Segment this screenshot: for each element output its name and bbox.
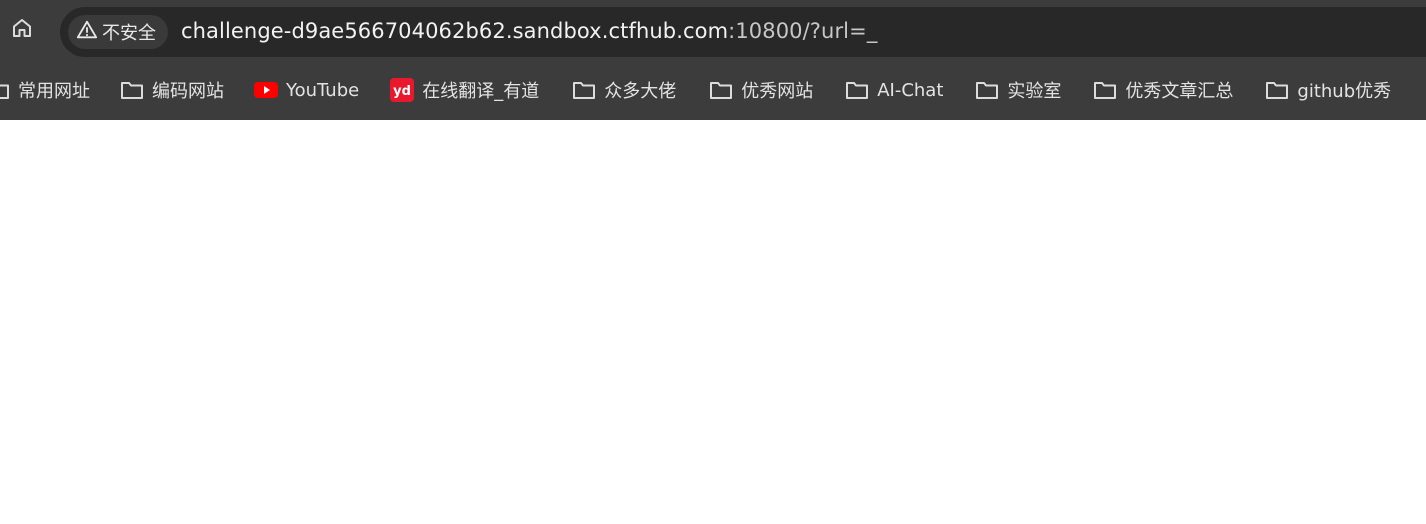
bookmark-label: 优秀网站 [741,81,814,102]
bookmark-label: 常用网址 [18,81,90,102]
url-text[interactable]: challenge-d9ae566704062b62.sandbox.ctfhu… [181,19,877,43]
security-label: 不安全 [102,23,156,44]
url-host: challenge-d9ae566704062b62.sandbox.ctfhu… [181,19,729,43]
bookmark-label: 实验室 [1007,81,1062,102]
bookmark-github-great[interactable]: github优秀 [1265,72,1391,108]
bookmark-youdao-translate[interactable]: yd 在线翻译_有道 [390,72,539,108]
svg-text:yd: yd [393,84,411,99]
bookmarks-bar: 常用网址 编码网站 YouTube yd 在线翻译_有道 众多大佬 优秀网站 A… [0,68,1426,112]
bookmark-label: github优秀 [1297,81,1392,102]
bookmark-label: 优秀文章汇总 [1125,81,1234,102]
folder-icon [845,80,869,100]
bookmark-common-sites[interactable]: 常用网址 [0,72,90,108]
youtube-icon [254,81,278,99]
folder-icon [120,80,144,100]
bookmark-label: 在线翻译_有道 [422,81,540,102]
bookmark-label: YouTube [286,79,360,101]
youdao-icon: yd [390,78,415,102]
warning-triangle-icon [76,19,98,46]
browser-toolbar: 不安全 challenge-d9ae566704062b62.sandbox.c… [0,0,1426,60]
security-indicator[interactable]: 不安全 [68,15,168,49]
bookmark-youtube[interactable]: YouTube [254,72,359,108]
bookmark-label: AI-Chat [877,79,944,101]
browser-chrome: 不安全 challenge-d9ae566704062b62.sandbox.c… [0,0,1426,120]
bookmark-ai-chat[interactable]: AI-Chat [845,72,943,108]
home-icon [10,16,34,44]
bookmark-article-collection[interactable]: 优秀文章汇总 [1093,72,1233,108]
folder-icon [572,80,596,100]
folder-icon [975,80,999,100]
address-bar[interactable]: 不安全 challenge-d9ae566704062b62.sandbox.c… [60,7,1426,57]
bookmark-label: 众多大佬 [604,81,677,102]
bookmark-label: 编码网站 [152,81,224,102]
folder-icon [0,80,10,100]
bookmark-encoding-sites[interactable]: 编码网站 [120,72,224,108]
url-path: :10800/?url=_ [728,19,878,43]
folder-icon [709,80,733,100]
folder-icon [1265,80,1289,100]
bookmark-great-sites[interactable]: 优秀网站 [709,72,813,108]
folder-icon [1093,80,1117,100]
page-content [0,120,1426,524]
home-button[interactable] [6,14,38,46]
bookmark-experts[interactable]: 众多大佬 [572,72,676,108]
bookmark-lab[interactable]: 实验室 [975,72,1061,108]
